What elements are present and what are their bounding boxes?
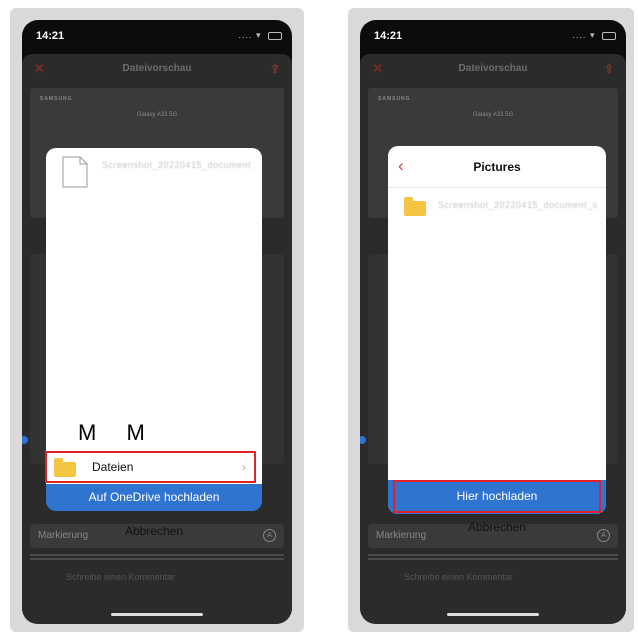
- close-icon: ✕: [34, 61, 45, 76]
- status-time: 14:21: [374, 30, 403, 42]
- bg-header: ✕ Dateivorschau ⇪: [22, 54, 292, 84]
- folder-name: Screenshot_20220415_document_scan: [438, 200, 598, 210]
- status-icons: .... ▾: [238, 30, 282, 41]
- upload-onedrive-button[interactable]: Auf OneDrive hochladen: [46, 484, 262, 511]
- bg-comment-input: Schreibe einen Kommentar: [30, 568, 284, 586]
- signal-icon: ....: [238, 30, 253, 40]
- sheet-title: Pictures: [473, 160, 521, 174]
- wifi-icon: ▾: [255, 30, 262, 40]
- wifi-icon: ▾: [589, 30, 596, 40]
- bg-fine-print: [30, 552, 284, 564]
- bg-model: Galaxy A33 5G: [136, 112, 178, 118]
- bg-brand: SAMSUNG: [378, 96, 411, 102]
- file-name: Screenshot_20220415_document_scan.jpg: [102, 160, 252, 170]
- battery-icon: [602, 31, 616, 40]
- status-icons: .... ▾: [572, 30, 616, 41]
- share-icon: ⇪: [269, 62, 280, 76]
- status-time: 14:21: [36, 30, 65, 42]
- bg-title: Dateivorschau: [122, 63, 192, 74]
- home-indicator: [111, 613, 203, 616]
- bg-comment-placeholder: Schreibe einen Kommentar: [404, 572, 514, 582]
- status-bar: 14:21 .... ▾: [22, 20, 292, 54]
- highlight-box: [393, 480, 601, 513]
- right-folder-sheet: ‹ Pictures Screenshot_20220415_document_…: [388, 146, 606, 514]
- bg-fine-print: [368, 552, 618, 564]
- close-icon: ✕: [372, 61, 383, 76]
- cancel-button[interactable]: Abbrechen: [46, 524, 262, 538]
- battery-icon: [268, 31, 282, 40]
- bg-comment-input: Schreibe einen Kommentar: [368, 568, 618, 586]
- letter-a-icon: A: [263, 529, 276, 542]
- folder-icon: [404, 197, 426, 216]
- document-icon: [62, 156, 88, 188]
- share-icon: ⇪: [603, 62, 614, 76]
- overlay-text: M M: [78, 420, 157, 445]
- bg-comment-placeholder: Schreibe einen Kommentar: [66, 572, 176, 582]
- home-indicator: [447, 613, 539, 616]
- folder-row[interactable]: Screenshot_20220415_document_scan: [388, 189, 606, 221]
- bg-title: Dateivorschau: [458, 63, 528, 74]
- highlight-box: [45, 451, 256, 483]
- bg-brand: SAMSUNG: [40, 96, 73, 102]
- bg-header: ✕ Dateivorschau ⇪: [360, 54, 626, 84]
- signal-icon: ....: [572, 30, 587, 40]
- cancel-button[interactable]: Abbrechen: [388, 520, 606, 534]
- bg-model: Galaxy A33 5G: [472, 112, 514, 118]
- status-bar: 14:21 .... ▾: [360, 20, 626, 54]
- title-divider: [388, 187, 606, 188]
